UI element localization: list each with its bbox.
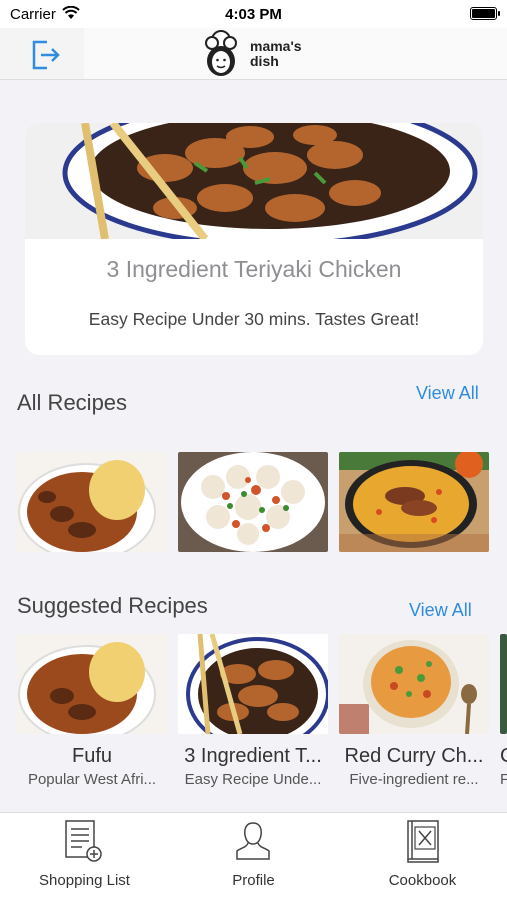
recipe-card-title: Fufu (71, 745, 113, 767)
recipe-image (500, 634, 507, 734)
nav-bar: mama's dish (0, 28, 507, 80)
chef-avatar-icon (205, 30, 237, 76)
shopping-list-icon (65, 820, 102, 862)
featured-recipe-card[interactable]: 3 Ingredient Teriyaki Chicken Easy Recip… (25, 123, 483, 355)
brand-name-line2: dish (250, 53, 279, 69)
recipe-card-subtitle: Easy Recipe Unde... (184, 771, 322, 788)
profile-icon (236, 822, 270, 860)
recipe-card-subtitle: F (500, 771, 507, 788)
tab-shopping-list[interactable]: Shopping List (0, 813, 169, 900)
tab-bar: Shopping List Profile Cookbook (0, 812, 507, 900)
suggested-recipes-heading: Suggested Recipes (17, 593, 208, 618)
recipe-thumbnail-dumplings[interactable] (178, 452, 328, 552)
recipe-card-subtitle: Five-ingredient re... (349, 771, 479, 788)
recipe-card-title: 3 Ingredient T... (184, 745, 322, 767)
recipe-card-title: Red Curry Ch... (344, 745, 484, 767)
recipe-card-title: C (500, 745, 507, 768)
recipe-image (17, 634, 167, 734)
logout-button[interactable] (28, 36, 64, 72)
suggested-recipes-view-all-link[interactable]: View All (409, 600, 472, 621)
tab-label: Cookbook (388, 872, 457, 889)
recipe-card-subtitle: Popular West Afri... (27, 771, 157, 788)
recipe-thumbnail-fufu[interactable] (17, 452, 167, 552)
featured-recipe-image (25, 123, 483, 239)
cookbook-icon (407, 820, 439, 863)
featured-recipe-subtitle: Easy Recipe Under 30 mins. Tastes Great! (88, 309, 420, 329)
logout-icon (32, 40, 60, 70)
tab-label: Shopping List (39, 872, 130, 889)
tab-cookbook[interactable]: Cookbook (338, 813, 507, 900)
brand-logo: mama's dish (196, 30, 302, 78)
all-recipes-heading: All Recipes (17, 390, 128, 415)
all-recipes-view-all-link[interactable]: View All (416, 383, 479, 404)
featured-recipe-title: 3 Ingredient Teriyaki Chicken (106, 256, 402, 282)
tab-label: Profile (232, 872, 275, 889)
brand-name-line1: mama's (250, 38, 302, 54)
battery-icon (470, 7, 500, 20)
recipe-image (339, 634, 489, 734)
clock: 4:03 PM (225, 6, 282, 23)
status-bar: Carrier 4:03 PM (0, 0, 507, 28)
recipe-thumbnail-paella[interactable] (339, 452, 489, 552)
recipe-image (178, 634, 328, 734)
tab-profile[interactable]: Profile (169, 813, 338, 900)
